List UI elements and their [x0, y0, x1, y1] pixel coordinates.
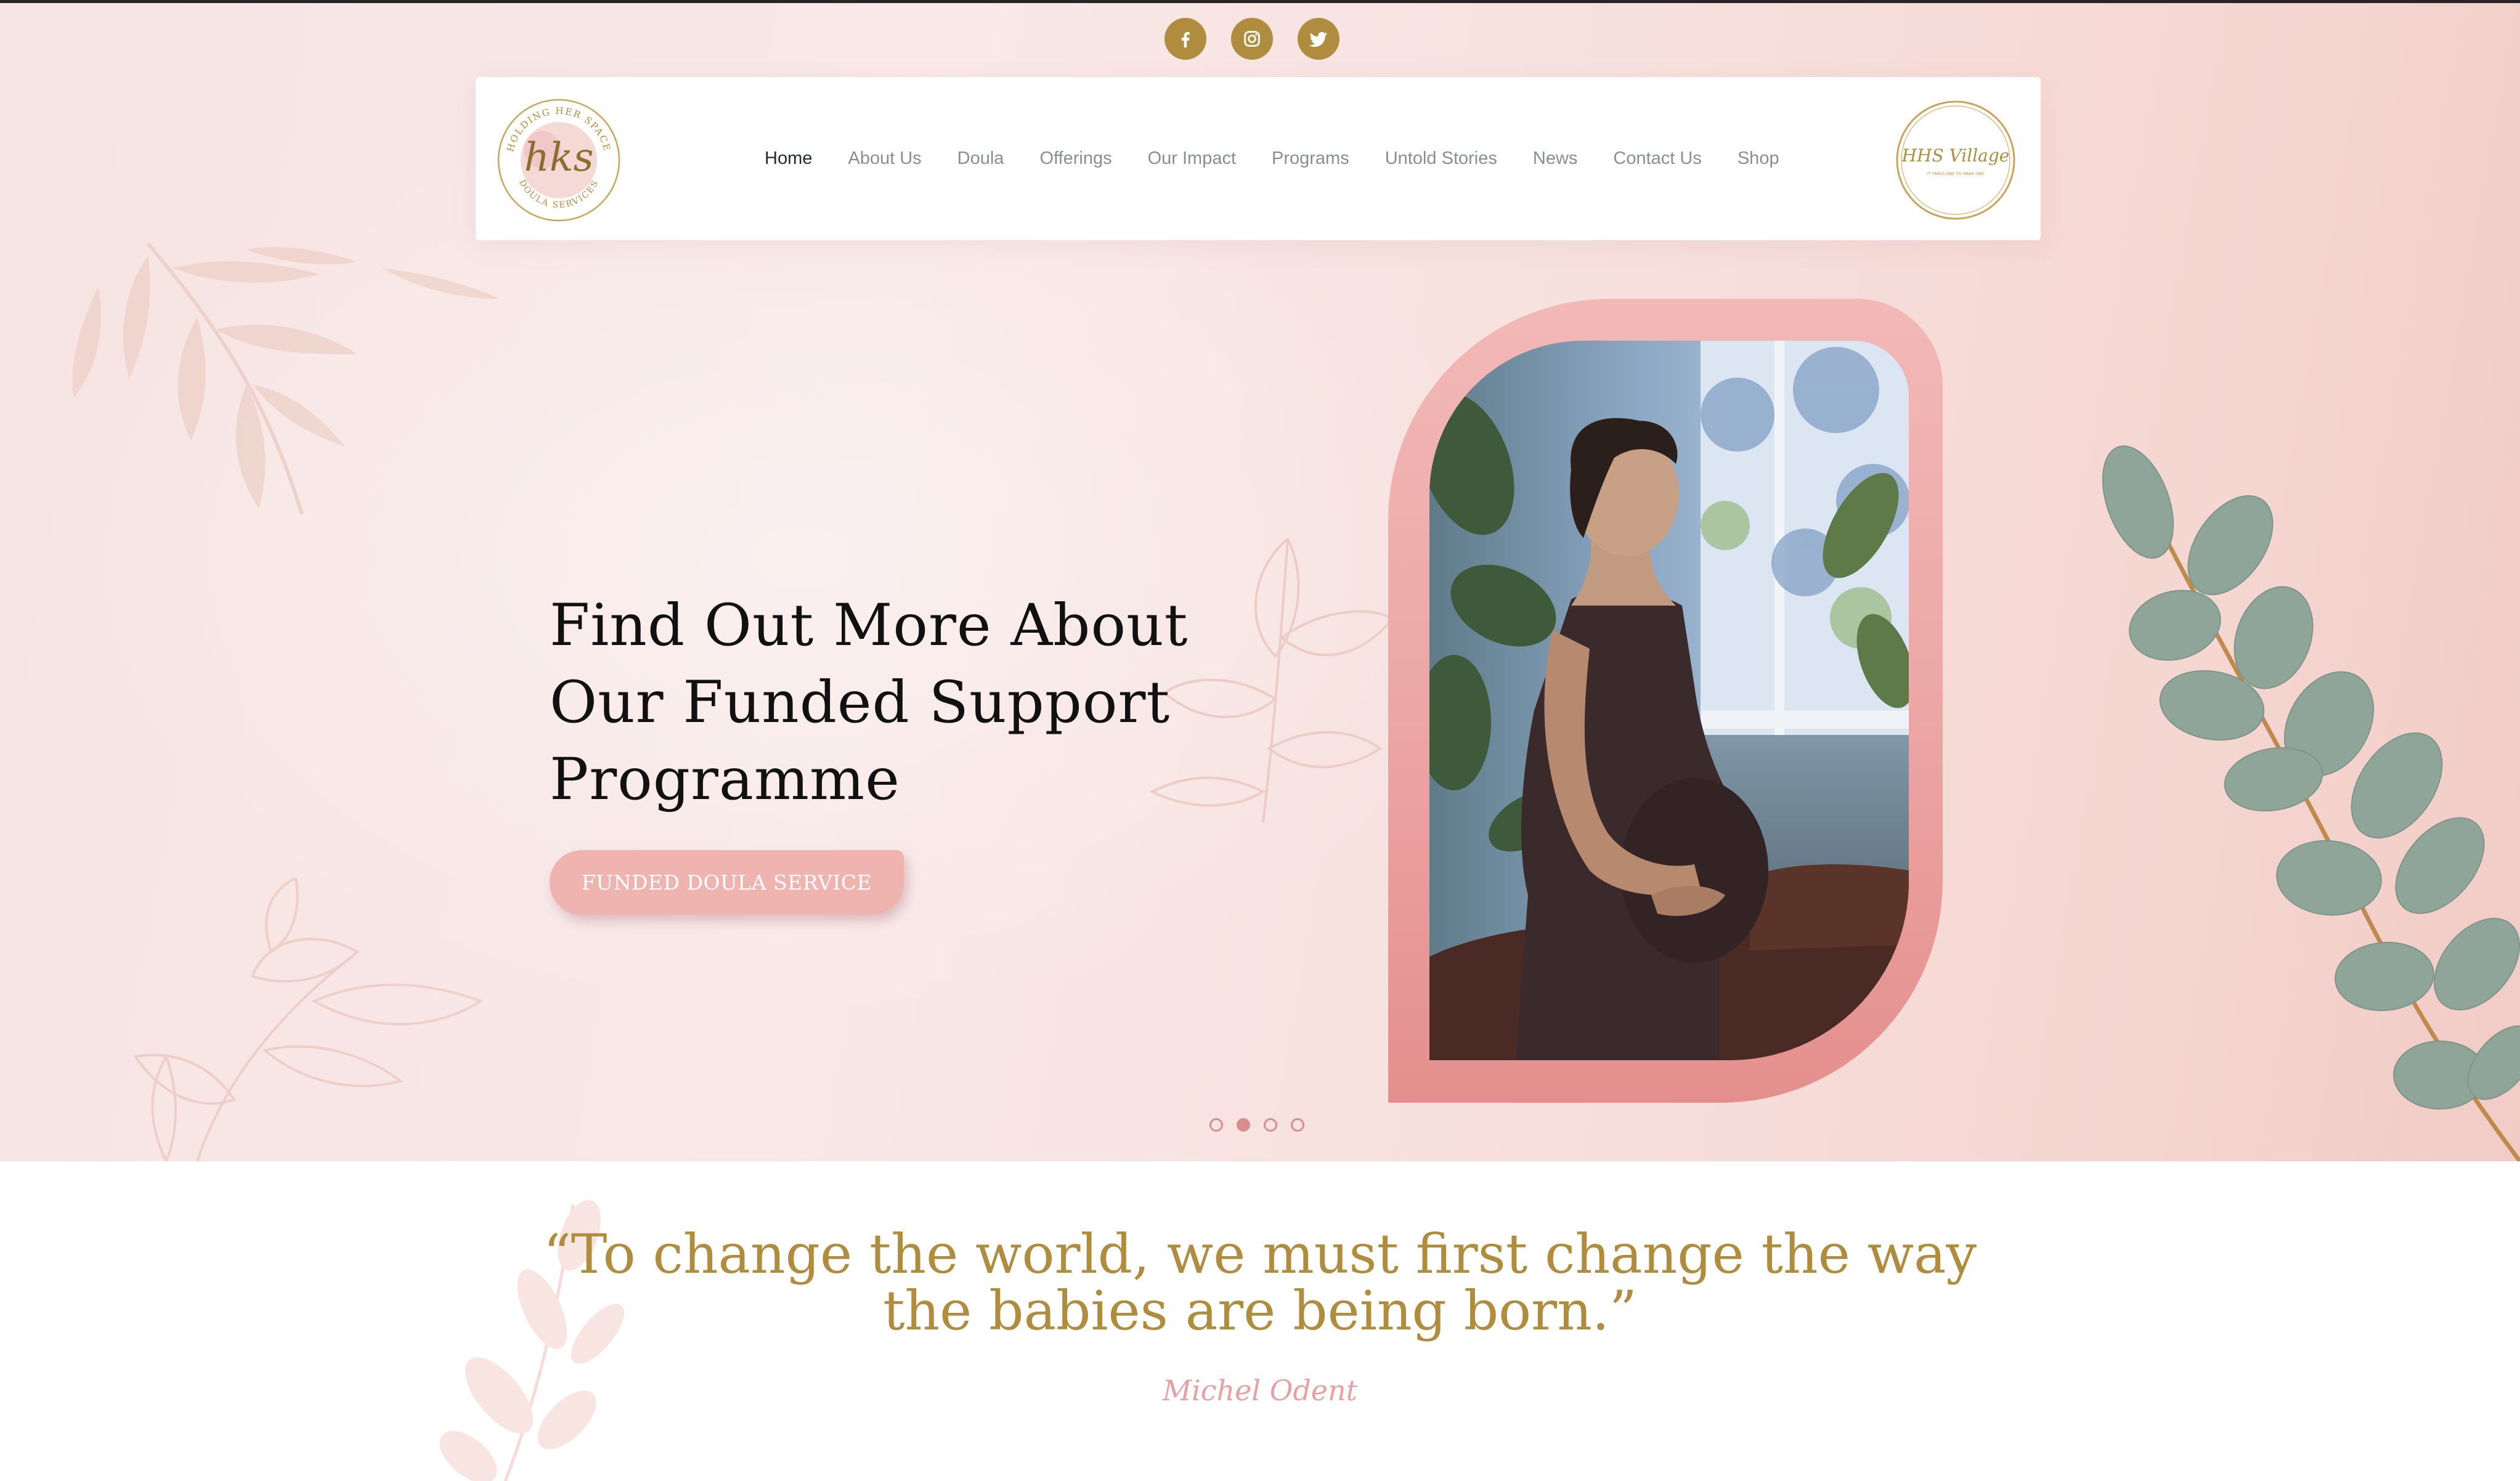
nav-item-about-us[interactable]: About Us — [830, 148, 939, 169]
nav-item-doula[interactable]: Doula — [940, 148, 1022, 169]
quote-section: “To change the world, we must first chan… — [0, 1161, 2520, 1481]
nav-item-news[interactable]: News — [1515, 148, 1596, 169]
funded-doula-service-button[interactable]: FUNDED DOULA SERVICE — [550, 850, 904, 915]
nav-item-our-impact[interactable]: Our Impact — [1130, 148, 1254, 169]
nav-item-contact-us[interactable]: Contact Us — [1595, 148, 1719, 169]
quote-author: Michel Odent — [1162, 1374, 1358, 1407]
slider-dot-3[interactable] — [1264, 1118, 1277, 1132]
hero-headline: Find Out More About Our Funded Support P… — [550, 587, 1240, 818]
headline-line-2: Our Funded Support — [550, 669, 1171, 736]
quote-line-1: “To change the world, we must first chan… — [543, 1222, 1977, 1286]
nav-item-untold-stories[interactable]: Untold Stories — [1367, 148, 1515, 169]
logo-monogram: hks — [524, 135, 594, 181]
holding-her-space-logo[interactable]: HOLDING HER SPACE DOULA SERVICES hks — [494, 95, 624, 225]
pregnant-woman-photo — [1429, 341, 1909, 1060]
slider-dot-4[interactable] — [1291, 1118, 1304, 1132]
main-nav: Home About Us Doula Offerings Our Impact… — [747, 77, 1797, 240]
hhs-village-logo[interactable]: HHS Village IT TAKES ONE TO MAKE ONE — [1894, 99, 2017, 222]
nav-item-shop[interactable]: Shop — [1720, 148, 1797, 169]
slider-dots — [1209, 1118, 1304, 1132]
headline-line-1: Find Out More About — [550, 592, 1189, 659]
nav-item-offerings[interactable]: Offerings — [1022, 148, 1129, 169]
navigation-bar: HOLDING HER SPACE DOULA SERVICES hks Hom… — [476, 77, 2041, 240]
slider-dot-1[interactable] — [1209, 1118, 1223, 1132]
eucalyptus-branch-decoration — [2102, 445, 2520, 1161]
headline-line-3: Programme — [550, 746, 900, 813]
hero-section: HOLDING HER SPACE DOULA SERVICES hks Hom… — [0, 3, 2520, 1161]
quote-line-2: the babies are being born.” — [883, 1279, 1637, 1342]
quote-text: “To change the world, we must first chan… — [431, 1226, 2089, 1339]
nav-item-home[interactable]: Home — [747, 148, 830, 169]
leaf-decoration-top-left — [72, 242, 499, 515]
instagram-icon[interactable] — [1231, 18, 1273, 60]
slider-dot-2[interactable] — [1237, 1118, 1250, 1132]
twitter-icon[interactable] — [1298, 18, 1339, 60]
village-logo-tagline: IT TAKES ONE TO MAKE ONE — [1927, 171, 1984, 176]
village-logo-monogram: HHS Village — [1901, 145, 2010, 166]
leaf-outline-decoration-bottom-left — [133, 878, 484, 1161]
nav-item-programs[interactable]: Programs — [1254, 148, 1367, 169]
facebook-icon[interactable] — [1164, 18, 1206, 60]
social-links — [1164, 18, 1339, 60]
